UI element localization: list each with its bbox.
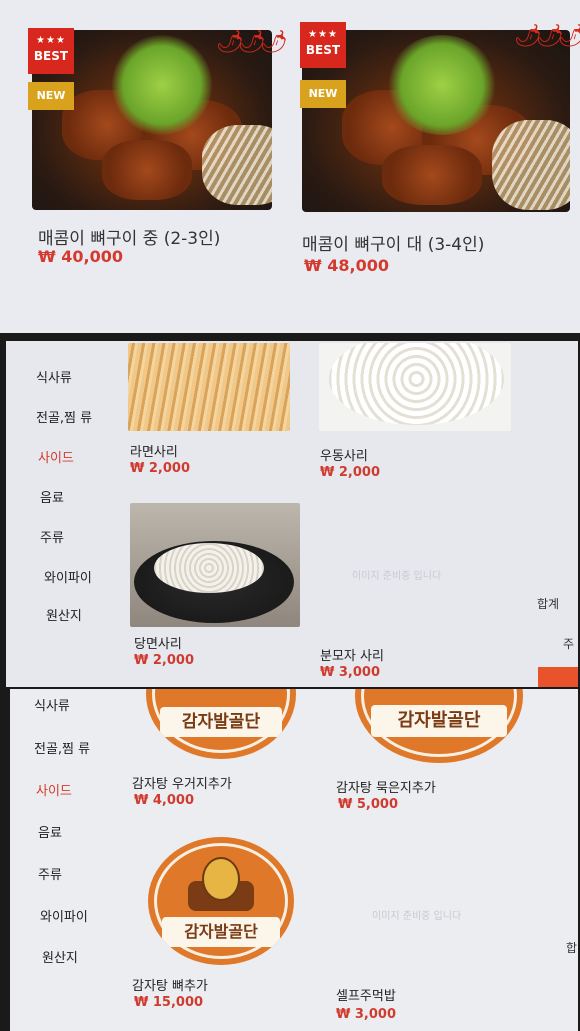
sidebar-item-drinks[interactable]: 음료	[40, 487, 64, 506]
product-image[interactable]: 감자발골단	[355, 689, 523, 763]
spicy-icon: 🌶🌶🌶	[216, 30, 288, 55]
panel-side-menu-2: 식사류 전골,찜 류 사이드 음료 주류 와이파이 원산지 감자발골단 감자탕 …	[10, 689, 578, 1031]
sidebar-item-hotpot[interactable]: 전골,찜 류	[34, 738, 90, 757]
product-price: ₩ 2,000	[320, 465, 380, 480]
sidebar-item-meals[interactable]: 식사류	[34, 695, 70, 714]
product-price: ₩ 3,000	[320, 665, 380, 680]
spicy-icon: 🌶🌶🌶	[514, 24, 580, 49]
total-label: 합	[566, 941, 578, 955]
product-image[interactable]: 감자발골단	[146, 689, 296, 759]
panel-main-dishes: ★★★ BEST NEW 🌶🌶🌶 매콤이 뼈구이 중 (2-3인) ₩ 40,0…	[0, 0, 580, 333]
product-name: 라면사리	[130, 445, 178, 460]
product-name: 우동사리	[320, 449, 368, 464]
product-name: 셀프주먹밥	[336, 989, 396, 1004]
product-name: 당면사리	[134, 637, 182, 652]
sidebar-item-origin[interactable]: 원산지	[42, 947, 78, 966]
product-image[interactable]: 감자발골단	[148, 837, 294, 965]
product-image[interactable]	[128, 343, 290, 431]
sidebar-item-origin[interactable]: 원산지	[46, 605, 82, 624]
menu-item-name: 매콤이 뼈구이 중 (2-3인)	[38, 229, 221, 249]
sidebar-item-meals[interactable]: 식사류	[36, 367, 72, 386]
image-placeholder: 이미지 준비중 입니다	[352, 571, 442, 582]
menu-item-price: ₩ 40,000	[38, 247, 123, 266]
product-price: ₩ 4,000	[134, 793, 194, 808]
product-name: 분모자 사리	[320, 649, 384, 664]
product-name: 감자탕 우거지추가	[132, 777, 232, 792]
sidebar-item-side[interactable]: 사이드	[36, 780, 72, 799]
order-button-partial[interactable]: 주	[563, 635, 574, 652]
product-image[interactable]	[130, 503, 300, 627]
best-badge: ★★★ BEST	[300, 22, 346, 68]
product-name: 감자탕 묵은지추가	[336, 781, 436, 796]
total-label: 합계	[537, 597, 560, 611]
image-placeholder: 이미지 준비중 입니다	[372, 911, 462, 922]
product-name: 감자탕 뼈추가	[132, 979, 208, 994]
sidebar-item-alcohol[interactable]: 주류	[38, 864, 62, 883]
menu-card[interactable]: ★★★ BEST NEW 🌶🌶🌶 매콤이 뼈구이 대 (3-4인) ₩ 48,0…	[290, 0, 580, 333]
product-price: ₩ 2,000	[130, 461, 190, 476]
sidebar-item-wifi[interactable]: 와이파이	[40, 906, 88, 925]
product-price: ₩ 2,000	[134, 653, 194, 668]
sidebar-item-side[interactable]: 사이드	[38, 447, 74, 466]
new-badge: NEW	[28, 82, 74, 110]
order-button-edge[interactable]	[538, 667, 578, 687]
product-image[interactable]	[319, 343, 511, 431]
menu-card[interactable]: ★★★ BEST NEW 🌶🌶🌶 매콤이 뼈구이 중 (2-3인) ₩ 40,0…	[0, 0, 290, 333]
menu-item-name: 매콤이 뼈구이 대 (3-4인)	[302, 235, 485, 255]
product-price: ₩ 3,000	[336, 1007, 396, 1022]
panel-side-menu-1: 식사류 전골,찜 류 사이드 음료 주류 와이파이 원산지 라면사리 ₩ 2,0…	[6, 341, 578, 687]
sidebar-item-wifi[interactable]: 와이파이	[44, 567, 92, 586]
new-badge: NEW	[300, 80, 346, 108]
sidebar-item-drinks[interactable]: 음료	[38, 822, 62, 841]
product-price: ₩ 15,000	[134, 995, 204, 1010]
menu-item-price: ₩ 48,000	[304, 256, 389, 275]
sidebar-item-alcohol[interactable]: 주류	[40, 527, 64, 546]
product-price: ₩ 5,000	[338, 797, 398, 812]
best-badge: ★★★ BEST	[28, 28, 74, 74]
sidebar-item-hotpot[interactable]: 전골,찜 류	[36, 407, 92, 426]
